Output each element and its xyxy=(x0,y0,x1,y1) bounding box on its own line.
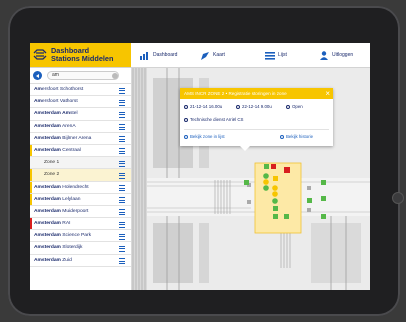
menu-icon[interactable] xyxy=(119,258,125,265)
station-row[interactable]: Amsterdam Holendrecht xyxy=(30,181,131,194)
station-list: Amersfoort Schothorst Amersfoort Vathors… xyxy=(30,84,131,267)
list-icon xyxy=(265,51,275,60)
menu-icon[interactable] xyxy=(119,197,125,204)
menu-icon[interactable] xyxy=(119,245,125,252)
search-input[interactable] xyxy=(47,71,119,80)
zone-row[interactable]: Zone 1 xyxy=(30,157,131,170)
zone-row-selected[interactable]: Zone 2 xyxy=(30,169,131,182)
tab-kaart[interactable]: Kaart xyxy=(200,43,225,67)
tab-lijst[interactable]: Lijst xyxy=(265,43,287,67)
brand-block[interactable]: Dashboard Stations Middelen xyxy=(30,43,131,67)
menu-icon[interactable] xyxy=(119,111,125,118)
start-time: 21-12-14 16.00u xyxy=(184,104,222,109)
brand-subtitle: Stations Middelen xyxy=(51,54,114,63)
tab-uitloggen[interactable]: Uitloggen xyxy=(319,43,353,67)
close-icon[interactable]: × xyxy=(325,88,330,99)
menu-icon[interactable] xyxy=(119,99,125,106)
tab-dashboard[interactable]: Dashboard xyxy=(140,43,177,67)
station-row[interactable]: Amsterdam Sloterdijk xyxy=(30,242,131,255)
popup-header: AMS INCR ZONE 2 • Registratie storingen … xyxy=(180,88,333,99)
zone-popup: AMS INCR ZONE 2 • Registratie storingen … xyxy=(180,88,333,151)
tab-lijst-label: Lijst xyxy=(278,52,287,58)
status-marker xyxy=(30,193,32,205)
menu-icon[interactable] xyxy=(119,136,125,143)
menu-icon[interactable] xyxy=(119,185,125,191)
station-row[interactable]: Amsterdam Amstel xyxy=(30,108,131,121)
menu-icon[interactable] xyxy=(119,160,125,167)
menu-icon[interactable] xyxy=(119,124,125,131)
status-icon xyxy=(286,105,290,109)
app-screen: Dashboard Stations Middelen Dashboard Ka… xyxy=(30,43,370,290)
menu-icon[interactable] xyxy=(119,87,125,94)
top-bar: Dashboard Stations Middelen Dashboard Ka… xyxy=(30,43,370,68)
view-zone-link[interactable]: Bekijk zone in lijst xyxy=(184,134,225,139)
station-row[interactable]: Amsterdam Science Park xyxy=(30,230,131,243)
bar-chart-icon xyxy=(140,51,148,60)
camera-dot xyxy=(392,192,404,204)
station-sidebar: Amersfoort Schothorst Amersfoort Vathors… xyxy=(30,68,131,290)
status-marker xyxy=(30,144,32,157)
station-row[interactable]: Amsterdam Bijlmer Arena xyxy=(30,133,131,145)
back-arrow-icon[interactable] xyxy=(33,71,42,80)
tab-dashboard-label: Dashboard xyxy=(153,52,178,58)
status-marker xyxy=(30,169,32,181)
bar-chart-icon xyxy=(280,135,284,139)
search-bar xyxy=(30,68,131,84)
status-open: Open xyxy=(286,104,303,109)
station-row[interactable]: Amersfoort Schothorst xyxy=(30,84,131,97)
popup-divider xyxy=(184,129,329,130)
station-row[interactable]: Amersfoort Vathorst xyxy=(30,96,131,109)
clock-icon xyxy=(184,105,188,109)
clear-search-icon[interactable] xyxy=(112,72,118,79)
tab-kaart-label: Kaart xyxy=(213,52,225,58)
status-marker xyxy=(30,181,32,193)
map-pin-icon xyxy=(201,51,209,60)
status-marker xyxy=(30,218,32,230)
tab-uitloggen-label: Uitloggen xyxy=(332,52,354,58)
station-row[interactable]: Amsterdam RAI xyxy=(30,218,131,231)
menu-icon[interactable] xyxy=(119,221,125,228)
station-row-centraal[interactable]: Amsterdam Centraal xyxy=(30,144,131,158)
user-icon xyxy=(320,50,328,60)
menu-icon[interactable] xyxy=(119,209,125,216)
station-row[interactable]: Amsterdam Muiderpoort xyxy=(30,206,131,219)
menu-icon[interactable] xyxy=(119,233,125,240)
menu-icon[interactable] xyxy=(119,148,125,155)
menu-icon[interactable] xyxy=(119,172,125,179)
clock-icon xyxy=(236,105,240,109)
station-row[interactable]: Amsterdam ArenA xyxy=(30,121,131,133)
list-icon xyxy=(184,135,188,139)
station-row[interactable]: Amsterdam Lelylaan xyxy=(30,193,131,206)
station-row[interactable]: Amsterdam Zuid xyxy=(30,255,131,267)
popup-title: AMS INCR ZONE 2 • Registratie storingen … xyxy=(184,91,287,96)
service-line: Technische dienst Arriël CS xyxy=(184,117,243,122)
view-history-link[interactable]: Bekijk historie xyxy=(280,134,313,139)
wrench-icon xyxy=(184,118,188,122)
ns-logo-icon xyxy=(33,49,47,60)
end-time: 22-12-14 9.00u xyxy=(236,104,272,109)
